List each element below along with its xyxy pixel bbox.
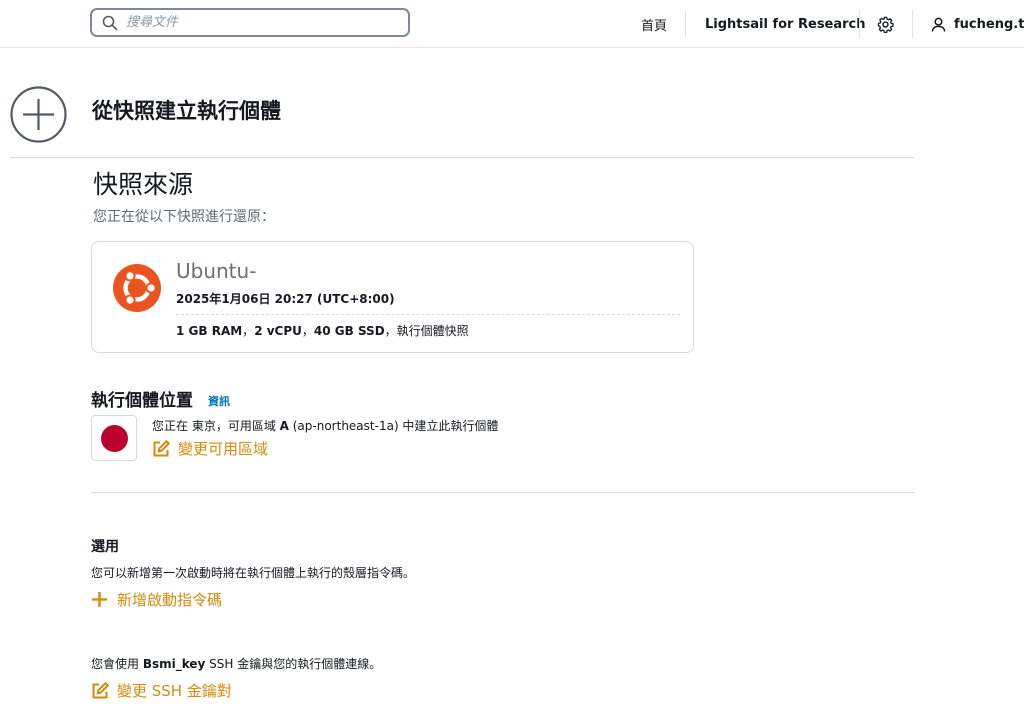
spec-suffix: ，執行個體快照 [384, 324, 469, 338]
location-text-prefix: 您正在 東京，可用區域 [152, 419, 280, 433]
plus-icon [92, 592, 107, 607]
edit-icon [153, 439, 170, 456]
edit-icon [92, 681, 109, 698]
add-launch-script-label: 新增啟動指令碼 [117, 591, 223, 609]
location-text-suffix: (ap-northeast-1a) 中建立此執行個體 [288, 419, 499, 433]
nav-home-link[interactable]: 首頁 [641, 0, 667, 48]
nav-divider [859, 10, 860, 38]
availability-zone-letter: A [279, 419, 289, 433]
header-divider [10, 157, 914, 158]
section-divider [91, 492, 914, 493]
ubuntu-logo-icon [113, 264, 161, 312]
add-launch-script-link[interactable]: 新增啟動指令碼 [91, 589, 222, 610]
user-menu[interactable]: fucheng.tsa [931, 0, 1024, 48]
nav-divider [912, 10, 913, 38]
search-icon [102, 15, 118, 30]
spec-separator: ， [242, 324, 255, 338]
snapshot-os-name: Ubuntu- [176, 259, 257, 283]
search-input[interactable] [126, 11, 386, 34]
top-navigation-bar: 首頁 Lightsail for Research fucheng.tsa [0, 0, 1024, 48]
card-divider [176, 314, 680, 315]
create-instance-plus-icon [10, 86, 67, 143]
page-title: 從快照建立執行個體 [92, 99, 281, 123]
spec-ssd: 40 GB SSD [313, 324, 385, 338]
change-ssh-key-pair-link[interactable]: 變更 SSH 金鑰對 [91, 680, 232, 701]
gear-icon [877, 16, 894, 33]
instance-location-heading: 執行個體位置 [91, 391, 193, 411]
spec-separator: ， [301, 324, 314, 338]
flag-sun [100, 424, 128, 452]
snapshot-specs: 1 GB RAM，2 vCPU，40 GB SSD，執行個體快照 [176, 322, 469, 339]
location-description: 您正在 東京，可用區域 A (ap-northeast-1a) 中建立此執行個體 [152, 417, 498, 434]
nav-lightsail-research-link[interactable]: Lightsail for Research [705, 0, 866, 48]
japan-flag-icon [91, 415, 137, 461]
change-az-label: 變更可用區域 [178, 440, 269, 458]
ssh-key-description: 您會使用 Bsmi_key SSH 金鑰與您的執行個體連線。 [91, 655, 381, 672]
user-icon [931, 17, 946, 32]
ssh-key-name: Bsmi_key [142, 657, 206, 671]
nav-divider [685, 10, 686, 38]
ssh-text-prefix: 您會使用 [91, 657, 143, 671]
snapshot-source-heading: 快照來源 [93, 170, 194, 199]
change-ssh-key-label: 變更 SSH 金鑰對 [117, 682, 232, 700]
change-availability-zone-link[interactable]: 變更可用區域 [152, 438, 268, 459]
snapshot-date: 2025年1月06日 20:27 (UTC+8:00) [176, 292, 395, 306]
ssh-text-suffix: SSH 金鑰與您的執行個體連線。 [205, 657, 382, 671]
optional-description: 您可以新增第一次啟動時將在執行個體上執行的殼層指令碼。 [91, 566, 416, 580]
user-name: fucheng.tsa [954, 16, 1024, 32]
snapshot-card: Ubuntu- 2025年1月06日 20:27 (UTC+8:00) 1 GB… [91, 241, 694, 353]
spec-vcpu: 2 vCPU [254, 324, 302, 338]
location-info-link[interactable]: 資訊 [208, 393, 230, 409]
snapshot-source-description: 您正在從以下快照進行還原： [93, 209, 275, 225]
settings-button[interactable] [877, 0, 894, 48]
optional-heading: 選用 [91, 539, 119, 555]
spec-ram: 1 GB RAM [176, 324, 243, 338]
search-box[interactable] [90, 8, 410, 37]
